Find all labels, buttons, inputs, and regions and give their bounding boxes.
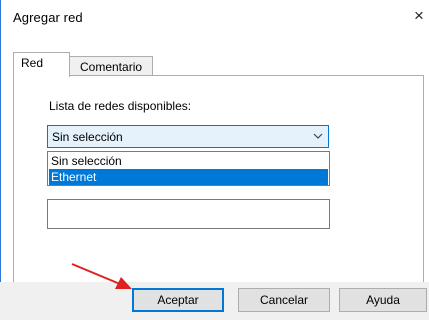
- close-icon[interactable]: ×: [409, 4, 429, 28]
- network-select[interactable]: Sin selección: [47, 125, 329, 148]
- text-field[interactable]: [47, 199, 330, 229]
- dropdown-option-ethernet[interactable]: Ethernet: [49, 169, 328, 185]
- network-dropdown-list: Sin selección Ethernet: [47, 151, 330, 186]
- network-list-label: Lista de redes disponibles:: [49, 99, 192, 113]
- tab-label: Comentario: [80, 60, 143, 74]
- dialog-title: Agregar red: [13, 10, 83, 25]
- chevron-down-icon[interactable]: [312, 130, 324, 142]
- red-arrow-icon: [71, 263, 132, 289]
- tab-comentario[interactable]: Comentario: [68, 56, 153, 76]
- dropdown-option-sin-seleccion[interactable]: Sin selección: [49, 153, 328, 169]
- window-left-border: [0, 0, 1, 320]
- network-select-value: Sin selección: [52, 130, 123, 144]
- accept-button[interactable]: Aceptar: [132, 288, 224, 312]
- cancel-button[interactable]: Cancelar: [238, 288, 330, 312]
- tab-label: Red: [21, 56, 44, 70]
- help-button[interactable]: Ayuda: [339, 288, 427, 312]
- tab-red[interactable]: Red: [13, 52, 70, 77]
